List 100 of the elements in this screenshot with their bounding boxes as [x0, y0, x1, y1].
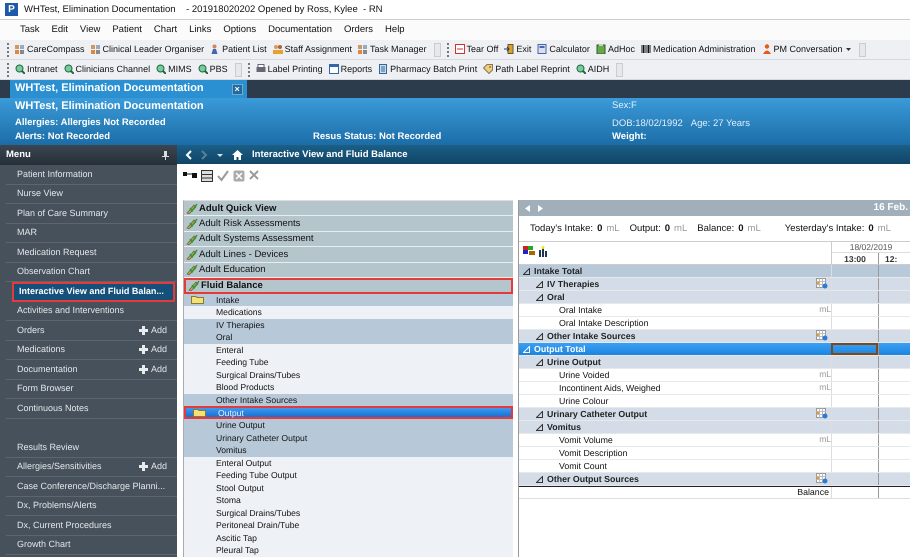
toolbar-button[interactable]: Path Label Reprint	[481, 64, 572, 75]
flowsheet-row[interactable]: Oral Intake mL	[519, 304, 910, 317]
toolbar-button[interactable]: Staff Assignment	[270, 44, 354, 55]
menu-item[interactable]: Options	[217, 24, 262, 36]
menu-item[interactable]: Documentation	[262, 24, 338, 36]
section-item[interactable]: Blood Products	[184, 381, 513, 394]
previous-icon[interactable]	[525, 204, 530, 212]
section-item[interactable]: Stoma	[184, 494, 513, 507]
section-item[interactable]: Other Intake Sources	[184, 394, 513, 406]
section-item[interactable]: Vomitus	[184, 444, 513, 457]
band-header[interactable]: Adult Risk Assessments	[184, 216, 513, 232]
forward-icon[interactable]	[201, 150, 208, 160]
band-header[interactable]: Adult Systems Assessment	[184, 232, 513, 248]
toolbar-button[interactable]: Exit	[502, 44, 534, 55]
flowsheet-row[interactable]: IV Therapies	[519, 278, 910, 291]
toolbar-button[interactable]: MIMS	[154, 64, 194, 75]
toolbar-button[interactable]: Reports	[326, 64, 374, 75]
toolbar-grip[interactable]	[248, 62, 251, 76]
flowsheet-row[interactable]: Oral Intake Description	[519, 317, 910, 330]
add-button[interactable]: Add	[138, 364, 167, 375]
section-item[interactable]: Enteral	[184, 344, 513, 356]
toolbar-button[interactable]: Tear Off	[452, 44, 500, 55]
toolbar-grip[interactable]	[446, 42, 450, 56]
section-item[interactable]: Enteral Output	[184, 456, 513, 470]
menu-item[interactable]: Help	[379, 24, 411, 36]
section-item[interactable]: IV Therapies	[184, 318, 513, 332]
focused-cell[interactable]	[831, 343, 878, 355]
flowsheet-row[interactable]: Vomit Description	[519, 447, 910, 460]
flowsheet-row[interactable]: Vomit Count	[519, 460, 910, 473]
menu-item[interactable]: Continuous Notes	[6, 399, 177, 418]
menu-item[interactable]: MAR	[6, 224, 177, 243]
add-button[interactable]: Add	[138, 461, 167, 472]
toolbar-button[interactable]: Medication Administration	[638, 44, 758, 55]
add-button[interactable]: Add	[138, 324, 167, 336]
menu-item[interactable]: Plan of Care Summary	[6, 204, 177, 224]
table-icon[interactable]	[201, 170, 213, 182]
toolbar-button[interactable]: AdHoc	[594, 44, 637, 55]
close-icon[interactable]	[249, 170, 259, 180]
flowsheet-row[interactable]: Incontinent Aids, Weighed mL	[519, 382, 910, 395]
next-icon[interactable]	[538, 204, 543, 212]
section-item[interactable]: Ascitic Tap	[184, 532, 513, 544]
menu-item[interactable]: Activities and Interventions	[6, 302, 177, 321]
section-item[interactable]: Surgical Drains/Tubes	[184, 506, 513, 520]
menu-item[interactable]: Results Review	[6, 438, 177, 458]
section-item[interactable]: Feeding Tube Output	[184, 469, 513, 482]
toolbar-button[interactable]: Pharmacy Batch Print	[376, 64, 480, 75]
menu-item[interactable]: Orders	[17, 324, 45, 336]
section-item[interactable]: Peritoneal Drain/Tube	[184, 519, 513, 532]
document-tab[interactable]: WHTest, Elimination Documentation ×	[10, 80, 247, 98]
pin-icon[interactable]	[162, 150, 169, 160]
section-item[interactable]: Oral	[184, 331, 513, 344]
flowsheet-row[interactable]: Other Output Sources	[519, 473, 910, 486]
flowsheet-row[interactable]: Other Intake Sources	[519, 330, 910, 343]
toolbar-button[interactable]: Calculator	[535, 44, 592, 55]
toolbar-button[interactable]: CareCompass	[13, 44, 87, 55]
band-header[interactable]: Fluid Balance	[184, 278, 513, 294]
section-item[interactable]: Urine Output	[184, 419, 513, 432]
section-item[interactable]: Intake	[184, 294, 513, 306]
toolbar-button[interactable]: PBS	[196, 64, 230, 75]
section-item[interactable]: Stool Output	[184, 482, 513, 494]
toolbar-button[interactable]: PM Conversation	[760, 44, 854, 55]
flowsheet-row[interactable]: Vomitus	[519, 421, 910, 434]
flowsheet-row[interactable]: Intake Total	[519, 265, 910, 278]
flowsheet-row[interactable]: Urine Colour	[519, 395, 910, 408]
menu-item[interactable]: Medication Request	[6, 243, 177, 262]
toolbar-button[interactable]: Clinical Leader Organiser	[88, 44, 206, 55]
band-header[interactable]: Adult Quick View	[184, 201, 513, 216]
band-header[interactable]: Adult Lines - Devices	[184, 247, 513, 263]
section-item[interactable]: Output	[184, 406, 513, 420]
menu-item[interactable]: Form Browser	[6, 380, 177, 399]
menu-item[interactable]: Case Conference/Discharge Planni...	[6, 477, 177, 496]
menu-item[interactable]: Patient	[106, 24, 148, 36]
cancel-box-icon[interactable]	[233, 170, 245, 182]
section-item[interactable]: Medications	[184, 306, 513, 319]
flowsheet-row[interactable]: Vomit Volume mL	[519, 434, 910, 447]
toolbar-button[interactable]: Clinicians Channel	[62, 64, 152, 75]
menu-item[interactable]: Nurse View	[6, 184, 177, 204]
menu-item[interactable]: View	[74, 24, 106, 36]
checkmark-icon[interactable]	[217, 170, 229, 182]
flowsheet-row[interactable]: Oral	[519, 291, 910, 304]
menu-item[interactable]: Medications	[17, 344, 66, 356]
section-item[interactable]: Surgical Drains/Tubes	[184, 368, 513, 382]
toolbar-button[interactable]: AIDH	[574, 64, 612, 75]
home-icon[interactable]	[232, 150, 243, 160]
menu-item[interactable]: Documentation	[17, 364, 78, 375]
menu-item[interactable]: Chart	[148, 24, 184, 36]
menu-item[interactable]: Dx, Current Procedures	[6, 516, 177, 536]
toolbar-grip[interactable]	[7, 62, 10, 76]
back-icon[interactable]	[185, 150, 192, 160]
menu-item[interactable]: Dx, Problems/Alerts	[6, 496, 177, 516]
menu-item[interactable]: Interactive View and Fluid Balan...	[12, 282, 175, 302]
menu-item[interactable]: Task	[14, 24, 46, 36]
menu-item[interactable]: Orders	[338, 24, 380, 36]
flowsheet-row[interactable]: Urinary Catheter Output	[519, 408, 910, 421]
band-header[interactable]: Adult Education	[184, 262, 513, 278]
menu-item[interactable]: Patient Information	[6, 165, 177, 184]
section-item[interactable]: Feeding Tube	[184, 356, 513, 369]
connector-icon[interactable]	[183, 170, 197, 179]
menu-item[interactable]: Edit	[46, 24, 74, 36]
toolbar-button[interactable]: Patient List	[208, 44, 269, 55]
